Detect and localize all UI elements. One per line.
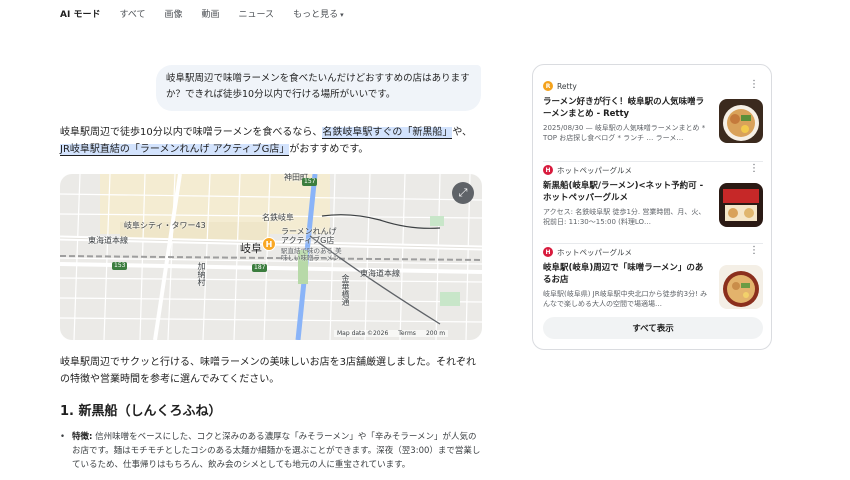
source-site: Retty	[557, 81, 577, 91]
answer-text: 岐阜駅周辺で徒歩10分以内で味噌ラーメンを食べるなら、	[60, 127, 323, 138]
shop-thumbnail	[719, 183, 763, 227]
expand-icon: ⤢	[458, 186, 468, 199]
expand-map-button[interactable]: ⤢	[452, 182, 474, 204]
shop-heading: 1. 新黒船（しんくろふね）	[60, 404, 222, 419]
map-label: 金華橋通	[341, 274, 350, 306]
ramen-bowl-image	[719, 99, 763, 143]
map-footer: Map data ©2026 Terms 200 m	[334, 330, 449, 337]
highlight-shinkurofune[interactable]: 名鉄岐阜駅すぐの「新黒船」	[322, 127, 453, 139]
sources-panel: R Retty ⋮ ラーメン好きが行く！岐阜駅の人気味噌ラーメンまとめ - Re…	[532, 64, 772, 350]
source-site: ホットペッパーグルメ	[557, 247, 632, 257]
park	[440, 292, 460, 306]
map-label: 加納村	[197, 262, 206, 286]
tab-all[interactable]: すべて	[119, 0, 145, 30]
bullet-body: 信州味噌をベースにした、コクと深みのある濃厚な「みそラーメン」や「辛みそラーメン…	[72, 432, 481, 470]
tab-ai-mode[interactable]: AI モード	[60, 0, 100, 30]
source-site: ホットペッパーグルメ	[557, 165, 632, 175]
ramen-thumbnail	[719, 265, 763, 309]
map-label: 名鉄岐阜	[262, 213, 294, 222]
tab-more[interactable]: もっと見る ▾	[293, 0, 344, 30]
map-label: 東海道本線	[360, 269, 400, 278]
bullet-dot: •	[60, 432, 66, 442]
chevron-down-icon: ▾	[340, 11, 344, 19]
park	[430, 216, 444, 226]
source-title[interactable]: 岐阜駅(岐阜)周辺で「味噌ラーメン」のあるお店	[543, 262, 711, 286]
map-scale: 200 m	[425, 330, 446, 337]
source-snippet: アクセス: 名鉄岐阜駅 徒歩1分. 営業時間、月、火、祝前日: 11:30〜15…	[543, 208, 706, 226]
map-data-credit: Map data ©2026	[337, 330, 389, 337]
more-options-icon[interactable]: ⋮	[749, 163, 759, 174]
map-label: 東海道本線	[88, 236, 128, 245]
highlight-renge[interactable]: JR岐阜駅直結の「ラーメンれんげ アクティブG店」	[60, 144, 290, 156]
more-options-icon[interactable]: ⋮	[749, 79, 759, 90]
map-streets	[60, 174, 482, 340]
shop-feature-bullet: • 特徴: 信州味噌をベースにした、コクと深みのある濃厚な「みそラーメン」や「辛…	[60, 430, 482, 472]
source-title[interactable]: ラーメン好きが行く！岐阜駅の人気味噌ラーメンまとめ - Retty	[543, 96, 711, 120]
user-query-bubble: 岐阜駅周辺で味噌ラーメンを食べたいんだけどおすすめの店はありますか？できれば徒歩…	[156, 65, 481, 111]
hotpepper-favicon-icon: H	[543, 247, 553, 257]
answer-intro: 岐阜駅周辺で徒歩10分以内で味噌ラーメンを食べるなら、名鉄岐阜駅すぐの「新黒船」…	[60, 124, 480, 158]
ramen-thumbnail	[719, 99, 763, 143]
divider	[543, 243, 763, 244]
bullet-label: 特徴:	[72, 432, 93, 442]
map-label: 岐阜	[240, 242, 262, 255]
source-snippet: 2025/08/30 — 岐阜駅の人気味噌ラーメンまとめ * TOP お店探し食…	[543, 124, 706, 142]
tab-images[interactable]: 画像	[164, 0, 182, 30]
restaurant-pin[interactable]: H	[262, 237, 276, 251]
map-terms-link[interactable]: Terms	[398, 330, 416, 337]
route-shield: 157	[302, 178, 318, 186]
map[interactable]: ⤢	[60, 174, 482, 340]
answer-paragraph: 岐阜駅周辺でサクッと行ける、味噌ラーメンの美味しいお店を3店舗厳選しました。それ…	[60, 357, 476, 385]
shop-image	[719, 183, 763, 227]
pin-subtitle: 駅直結で味のある 美味しい味噌ラーメン	[281, 247, 342, 262]
route-shield: 153	[112, 262, 128, 270]
search-tabs: AI モード すべて 画像 動画 ニュース もっと見る ▾	[60, 0, 363, 30]
source-title[interactable]: 新黒船(岐阜駅/ラーメン)<ネット予約可 - ホットペッパーグルメ	[543, 180, 711, 204]
retty-favicon-icon: R	[543, 81, 553, 91]
source-header: H ホットペッパーグルメ	[543, 163, 763, 177]
divider	[543, 161, 763, 162]
answer-text: や、	[452, 127, 473, 138]
pin-name: ラーメンれんげ アクティブG店	[281, 227, 337, 245]
bullet-text: 特徴: 信州味噌をベースにした、コクと深みのある濃厚な「みそラーメン」や「辛みそ…	[72, 430, 482, 472]
source-header: R Retty	[543, 79, 763, 93]
source-snippet: 岐阜駅(岐阜県) JR岐阜駅中央北口から徒歩約3分! みんなで楽しめる大人の空間…	[543, 290, 708, 308]
source-card[interactable]: H ホットペッパーグルメ ⋮ 新黒船(岐阜駅/ラーメン)<ネット予約可 - ホッ…	[543, 163, 763, 227]
show-all-button[interactable]: すべて表示	[543, 317, 763, 339]
answer-text: がおすすめです。	[289, 144, 369, 155]
ramen-bowl-image	[719, 265, 763, 309]
tab-videos[interactable]: 動画	[201, 0, 219, 30]
more-options-icon[interactable]: ⋮	[749, 245, 759, 256]
source-card[interactable]: R Retty ⋮ ラーメン好きが行く！岐阜駅の人気味噌ラーメンまとめ - Re…	[543, 79, 763, 143]
source-card[interactable]: H ホットペッパーグルメ ⋮ 岐阜駅(岐阜)周辺で「味噌ラーメン」のあるお店 岐…	[543, 245, 763, 309]
tab-news[interactable]: ニュース	[239, 0, 275, 30]
hotpepper-favicon-icon: H	[543, 165, 553, 175]
tab-more-label: もっと見る	[293, 10, 339, 20]
route-shield: 187	[252, 264, 268, 272]
source-header: H ホットペッパーグルメ	[543, 245, 763, 259]
map-label: 岐阜シティ・タワー43	[124, 221, 206, 230]
